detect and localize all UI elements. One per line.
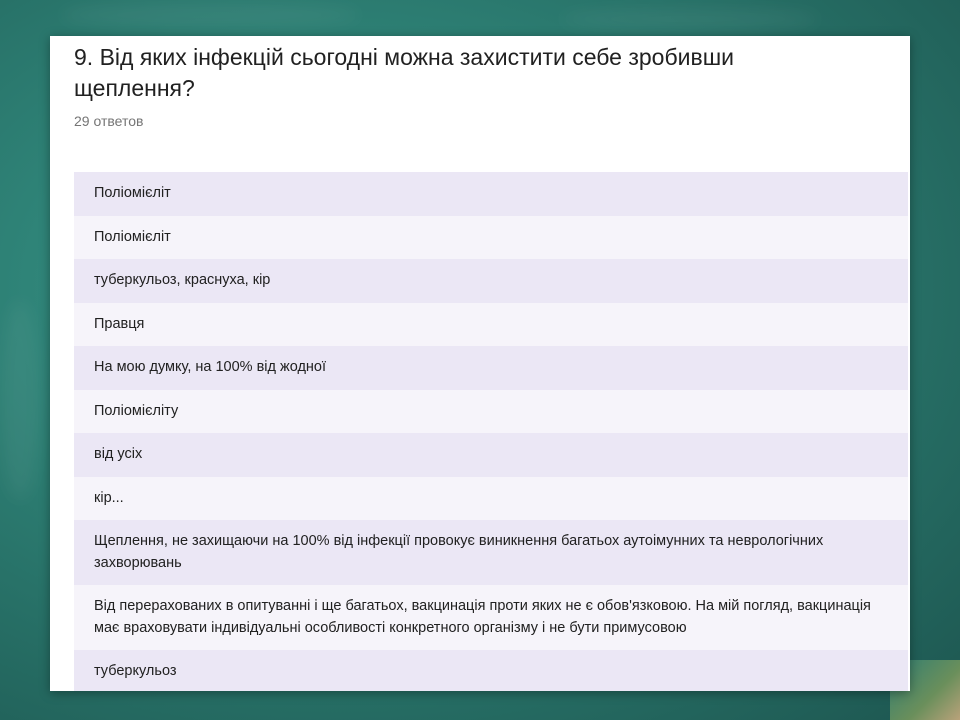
answer-row: Від перерахованих в опитуванні і ще бага…	[74, 585, 908, 650]
response-card: 9. Від яких інфекцій сьогодні можна захи…	[50, 36, 910, 691]
answer-row: Поліомієліту	[74, 389, 908, 433]
answer-row: Поліомієліт	[74, 215, 908, 259]
response-count: 29 ответов	[74, 113, 144, 129]
answer-row: туберкульоз	[74, 650, 908, 691]
answers-list: Поліомієліт Поліомієліт туберкульоз, красн…	[74, 172, 908, 691]
answer-row: кір...	[74, 476, 908, 520]
question-title: 9. Від яких інфекцій сьогодні можна захи…	[74, 44, 735, 101]
chalk-smudge	[0, 300, 40, 500]
answer-row: Поліомієліт	[74, 172, 908, 216]
chalk-smudge	[560, 8, 820, 30]
answer-row: туберкульоз, краснуха, кір	[74, 259, 908, 303]
answer-row: Правця	[74, 302, 908, 346]
answer-row: Щеплення, не захищаючи на 100% від інфек…	[74, 520, 908, 585]
chalk-smudge	[60, 2, 360, 28]
answer-row: На мою думку, на 100% від жодної	[74, 346, 908, 390]
answer-row: від усіх	[74, 433, 908, 477]
